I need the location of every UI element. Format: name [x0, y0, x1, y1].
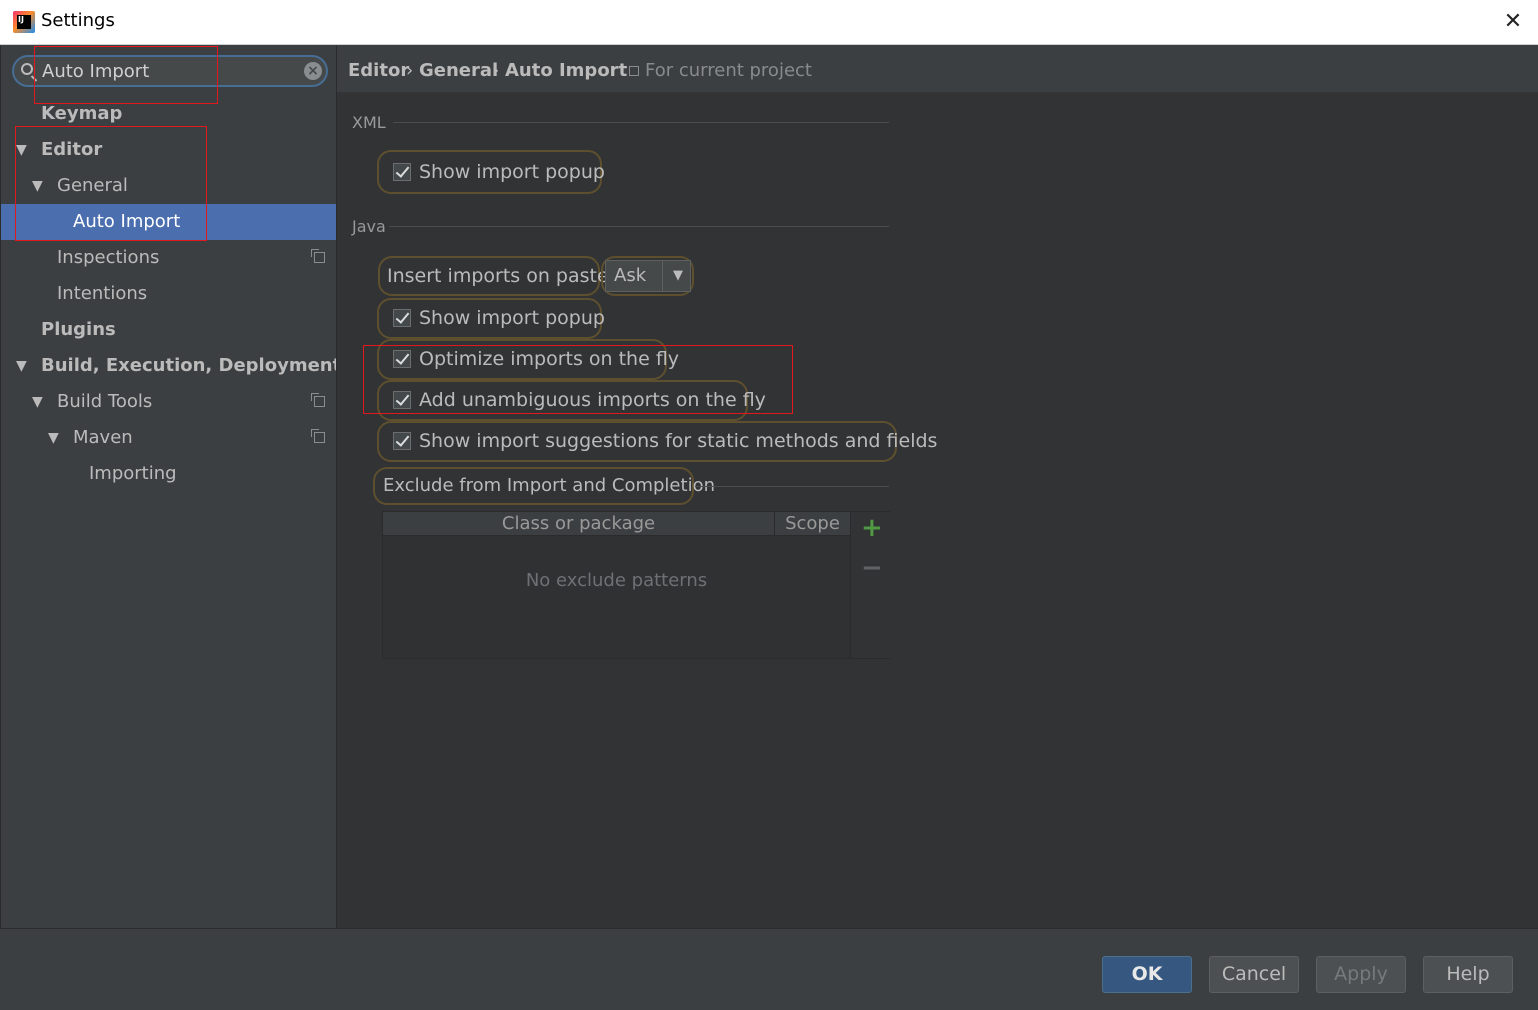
expand-arrow-icon[interactable]: ▼: [48, 420, 59, 456]
breadcrumb-separator: ›: [406, 60, 414, 81]
sidebar-item-inspections[interactable]: Inspections: [1, 240, 337, 276]
checkbox-checked-icon[interactable]: [393, 163, 411, 181]
sidebar-item-label: Intentions: [57, 283, 148, 304]
checkbox-label: Show import popup: [419, 161, 605, 183]
section-label-java: Java: [352, 217, 386, 236]
section-divider: [393, 122, 889, 123]
project-scope-icon: [311, 393, 325, 407]
cancel-button[interactable]: Cancel: [1209, 956, 1299, 993]
chevron-down-icon[interactable]: ▼: [666, 261, 690, 291]
sidebar-item-label: Plugins: [41, 319, 116, 340]
empty-table-text: No exclude patterns: [525, 570, 708, 591]
section-divider: [695, 486, 889, 487]
section-label-exclude: Exclude from Import and Completion: [383, 475, 715, 496]
breadcrumb-item: Editor: [348, 60, 410, 81]
breadcrumb-separator: ›: [492, 60, 500, 81]
table-toolbar: + −: [850, 512, 891, 658]
intellij-logo-icon: IJ: [13, 11, 35, 33]
expand-arrow-icon[interactable]: ▼: [32, 384, 43, 420]
expand-arrow-icon[interactable]: ▼: [16, 348, 27, 384]
annotation-box: [15, 126, 207, 241]
settings-main-panel: Editor › General › Auto Import For curre…: [336, 45, 1538, 928]
project-scope-icon: [311, 429, 325, 443]
insert-imports-on-paste-label: Insert imports on paste:: [387, 265, 616, 287]
breadcrumb: Editor › General › Auto Import For curre…: [337, 45, 1538, 93]
annotation-box: [363, 345, 793, 414]
checkbox-label: Show import suggestions for static metho…: [419, 430, 938, 452]
sidebar-item-label: Inspections: [57, 247, 160, 268]
sidebar-item-build-tools[interactable]: ▼ Build Tools: [1, 384, 337, 420]
sidebar-item-importing[interactable]: Importing: [1, 456, 337, 492]
settings-content: XML Show import popup Java Insert import…: [337, 93, 1538, 928]
close-icon[interactable]: ✕: [1500, 9, 1526, 35]
sidebar-item-intentions[interactable]: Intentions: [1, 276, 337, 312]
column-header-scope[interactable]: Scope: [775, 512, 850, 536]
dropdown-selected-value: Ask: [614, 265, 647, 286]
dropdown-divider: [662, 261, 663, 291]
project-scope-icon: [311, 249, 325, 263]
section-label-xml: XML: [352, 113, 386, 132]
checkbox-checked-icon[interactable]: [393, 309, 411, 327]
sidebar-item-build-execution-deployment[interactable]: ▼ Build, Execution, Deployment: [1, 348, 341, 384]
clear-search-icon[interactable]: ×: [304, 62, 322, 80]
sidebar-item-maven[interactable]: ▼ Maven: [1, 420, 337, 456]
sidebar-item-label: Build Tools: [57, 391, 153, 412]
add-icon[interactable]: +: [861, 515, 883, 541]
breadcrumb-item: General: [419, 60, 499, 81]
window-title: Settings: [41, 10, 115, 31]
help-button[interactable]: Help: [1423, 956, 1513, 993]
apply-button[interactable]: Apply: [1316, 956, 1406, 993]
breadcrumb-item: Auto Import: [505, 60, 628, 81]
project-scope-icon: [629, 66, 639, 76]
search-icon: [21, 63, 33, 75]
ok-button[interactable]: OK: [1102, 956, 1192, 993]
sidebar-item-label: Build, Execution, Deployment: [41, 355, 342, 376]
title-bar: IJ Settings ✕: [0, 0, 1538, 45]
sidebar-item-label: Importing: [89, 463, 177, 484]
sidebar-item-label: Maven: [73, 427, 133, 448]
scope-note: For current project: [645, 60, 812, 81]
exclude-table[interactable]: Class or package Scope No exclude patter…: [382, 511, 891, 659]
section-divider: [389, 226, 889, 227]
remove-icon[interactable]: −: [861, 555, 883, 581]
checkbox-label: Show import popup: [419, 307, 605, 329]
table-header: Class or package Scope: [383, 512, 850, 536]
column-header-class-or-package[interactable]: Class or package: [383, 512, 774, 536]
insert-imports-on-paste-dropdown[interactable]: Ask ▼: [605, 260, 691, 292]
checkbox-checked-icon[interactable]: [393, 432, 411, 450]
annotation-box: [34, 46, 218, 104]
sidebar-item-plugins[interactable]: Plugins: [1, 312, 337, 348]
dialog-footer: OK Cancel Apply Help: [0, 928, 1538, 1010]
